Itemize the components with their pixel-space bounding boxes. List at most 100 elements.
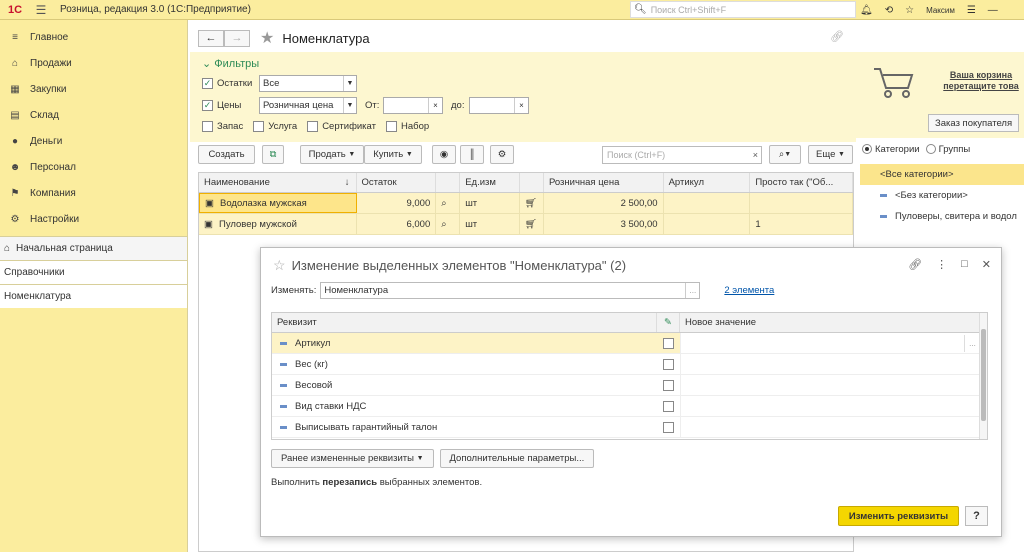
more-button[interactable]: Еще ▼ (808, 145, 853, 164)
buy-button[interactable]: Купить ▼ (364, 145, 422, 164)
open-window-references[interactable]: Справочники (0, 260, 187, 284)
copy-icon[interactable]: ⧉ (262, 145, 284, 164)
col-name[interactable]: Наименование ↓ (199, 173, 357, 192)
more-vertical-icon[interactable]: ⋮ (936, 258, 947, 271)
ellipsis-icon[interactable]: ... (964, 335, 980, 352)
col-new-value[interactable]: Новое значение (680, 313, 980, 332)
new-value-field[interactable] (680, 375, 980, 395)
table-row[interactable]: Выписывать гарантийный талон (272, 417, 987, 438)
price-from-input[interactable]: × (383, 97, 443, 114)
bell-icon[interactable]: 🔔︎ (860, 5, 873, 16)
sidebar-item-settings[interactable]: ⚙ Настройки (0, 206, 187, 232)
requisite-checkbox[interactable] (657, 354, 680, 374)
price-to-input[interactable]: × (469, 97, 529, 114)
table-row[interactable]: ▣ Пуловер мужской 6,000 ⌕ шт 🛒︎ 3 500,00 … (199, 214, 853, 235)
service-checkbox[interactable] (253, 121, 265, 132)
filters-toggle[interactable]: ⌄ Фильтры (202, 57, 259, 70)
sidebar-item-main[interactable]: ≡ Главное (0, 24, 187, 50)
category-item-all[interactable]: <Все категории> (860, 164, 1024, 185)
price-type-select[interactable]: Розничная цена ▼ (259, 97, 357, 114)
sidebar-item-warehouse[interactable]: ▤ Склад (0, 102, 187, 128)
requisite-checkbox[interactable] (657, 417, 680, 437)
table-row[interactable]: Вид ставки НДС (272, 396, 987, 417)
clear-icon[interactable]: × (753, 150, 758, 160)
certificate-checkbox[interactable] (307, 121, 319, 132)
new-value-field[interactable] (680, 396, 980, 416)
col-stock[interactable]: Остаток (357, 173, 437, 192)
col-article[interactable]: Артикул (664, 173, 751, 192)
radio-groups[interactable]: Группы (925, 144, 970, 155)
favorite-star-icon[interactable]: ★ (260, 28, 274, 48)
col-price[interactable]: Розничная цена (544, 173, 664, 192)
requisite-checkbox[interactable] (657, 333, 680, 353)
sidebar-item-staff[interactable]: ☻ Персонал (0, 154, 187, 180)
cart-icon[interactable]: 🛒︎ (520, 214, 544, 234)
requisites-scrollbar[interactable] (979, 313, 987, 439)
requisite-checkbox[interactable] (657, 375, 680, 395)
new-value-field[interactable]: ... (680, 333, 980, 353)
star-icon[interactable]: ☆ (905, 5, 914, 16)
table-row[interactable]: Артикул ... (272, 333, 987, 354)
col-unit[interactable]: Ед.изм (460, 173, 521, 192)
create-button[interactable]: Создать (198, 145, 255, 164)
sidebar-item-money[interactable]: ● Деньги (0, 128, 187, 154)
new-value-field[interactable] (680, 354, 980, 374)
sidebar-item-purchases[interactable]: ▦ Закупки (0, 76, 187, 102)
app-logo[interactable]: 1С (0, 0, 30, 20)
cart-icon[interactable]: 🛒︎ (520, 193, 544, 213)
requisite-checkbox[interactable] (657, 396, 680, 416)
row-name-cell[interactable]: ▣ Пуловер мужской (199, 214, 357, 234)
clear-icon[interactable]: × (428, 98, 442, 113)
help-button[interactable]: ? (965, 506, 988, 526)
category-item[interactable]: Пуловеры, свитера и водол (860, 206, 1024, 227)
maximize-icon[interactable]: □ (961, 258, 968, 271)
settings-menu-icon[interactable]: ☰ (967, 5, 976, 16)
additional-params-button[interactable]: Дополнительные параметры... (439, 449, 595, 468)
stock-checkbox[interactable]: ✓ (202, 78, 213, 89)
cart-drop-area[interactable]: Ваша корзина перетащите това Заказ покупа… (856, 52, 1024, 138)
table-row[interactable]: Весовой (272, 375, 987, 396)
customer-order-button[interactable]: Заказ покупателя (928, 114, 1020, 132)
change-type-field[interactable]: Номенклатура... (320, 282, 701, 299)
table-row[interactable]: Вес (кг) (272, 354, 987, 375)
set-checkbox[interactable] (385, 121, 397, 132)
back-button[interactable]: ← (198, 29, 224, 47)
barcode-icon[interactable]: ║ (460, 145, 484, 164)
row-name-cell[interactable]: ▣ Водолазка мужская (199, 193, 357, 213)
col-prosto[interactable]: Просто так ("Об... (750, 173, 853, 192)
stock-type-checkbox[interactable] (202, 121, 213, 132)
global-search-input[interactable]: 🔍︎ Поиск Ctrl+Shift+F (630, 1, 856, 18)
radio-categories[interactable]: Категории (862, 144, 920, 155)
gear-icon[interactable]: ⚙ (490, 145, 514, 164)
new-value-field[interactable] (680, 417, 980, 437)
link-icon[interactable]: 🔗︎ (830, 30, 844, 43)
link-icon[interactable]: 🔗︎ (908, 258, 922, 271)
list-search-input[interactable]: Поиск (Ctrl+F) × (602, 146, 762, 164)
forward-button[interactable]: → (224, 29, 250, 47)
search-options-button[interactable]: ⌕ ▼ (769, 145, 801, 164)
category-item[interactable]: <Без категории> (860, 185, 1024, 206)
close-icon[interactable]: ✕ (982, 258, 991, 271)
menu-icon[interactable]: ☰ (30, 3, 52, 17)
apply-requisites-button[interactable]: Изменить реквизиты (838, 506, 959, 526)
history-icon[interactable]: ⟲ (885, 5, 893, 16)
clear-icon[interactable]: × (514, 98, 528, 113)
minimize-icon[interactable]: — (988, 5, 998, 16)
sidebar-item-sales[interactable]: ⌂ Продажи (0, 50, 187, 76)
scrollbar-thumb[interactable] (981, 329, 986, 421)
stock-select[interactable]: Все ▼ (259, 75, 357, 92)
ellipsis-icon[interactable]: ... (685, 283, 699, 298)
eye-icon[interactable]: ◉ (432, 145, 456, 164)
sidebar-home-link[interactable]: ⌂ Начальная страница (0, 236, 187, 260)
favorite-star-icon[interactable]: ☆ (273, 257, 286, 274)
magnifier-icon[interactable]: ⌕ (436, 193, 461, 213)
magnifier-icon[interactable]: ⌕ (436, 214, 461, 234)
open-window-nomenclature[interactable]: Номенклатура (0, 284, 187, 308)
table-row[interactable]: ▣ Водолазка мужская 9,000 ⌕ шт 🛒︎ 2 500,0… (199, 193, 853, 214)
elements-link[interactable]: 2 элемента (724, 285, 774, 296)
col-requisite[interactable]: Реквизит (272, 313, 657, 332)
sell-button[interactable]: Продать ▼ (300, 145, 364, 164)
prices-checkbox[interactable]: ✓ (202, 100, 213, 111)
sidebar-item-company[interactable]: ⚑ Компания (0, 180, 187, 206)
previous-requisites-button[interactable]: Ранее измененные реквизиты ▼ (271, 449, 434, 468)
